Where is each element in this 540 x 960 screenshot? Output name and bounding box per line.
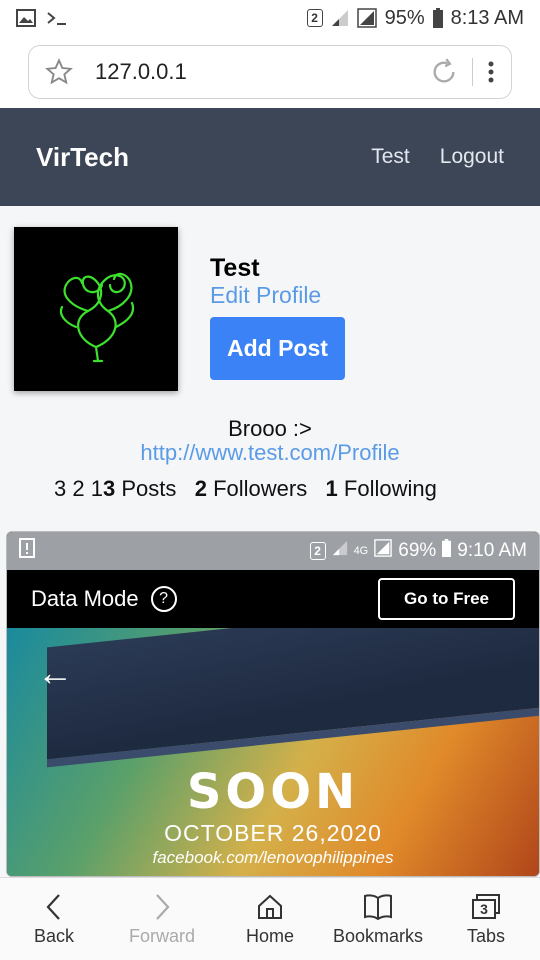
clock: 8:13 AM bbox=[450, 6, 524, 29]
signal-weak-icon bbox=[331, 9, 349, 27]
post-card[interactable]: 2 4G 69% 9:10 AM Data Mode ? Go to Free … bbox=[6, 531, 540, 877]
nav-link-test[interactable]: Test bbox=[371, 145, 410, 169]
edit-profile-link[interactable]: Edit Profile bbox=[210, 282, 321, 309]
profile-website-link[interactable]: http://www.test.com/Profile bbox=[0, 440, 540, 466]
url-divider bbox=[472, 58, 473, 86]
post-network-type: 4G bbox=[353, 545, 369, 557]
tabs-icon: 3 bbox=[470, 892, 502, 922]
terminal-notification-icon bbox=[46, 9, 68, 27]
post-data-mode-header: Data Mode ? Go to Free bbox=[7, 570, 539, 628]
android-status-bar: 2 95% 8:13 AM bbox=[0, 0, 540, 36]
following-count: 1 bbox=[325, 476, 338, 501]
url-field[interactable]: 127.0.0.1 bbox=[28, 45, 512, 99]
browser-bottom-toolbar: Back Forward Home Bookmarks 3 Tabs bbox=[0, 877, 540, 960]
ad-headline: SOON bbox=[186, 764, 360, 820]
post-ad-image: ← SOON OCTOBER 26,2020 facebook.com/leno… bbox=[7, 628, 539, 876]
post-signal-strong-icon bbox=[374, 539, 393, 563]
tabs-button[interactable]: 3 Tabs bbox=[432, 878, 540, 960]
post-sim-slot-icon: 2 bbox=[309, 542, 326, 560]
ad-date: OCTOBER 26,2020 bbox=[164, 820, 382, 846]
following-label[interactable]: Following bbox=[344, 476, 437, 502]
reload-icon[interactable] bbox=[430, 58, 458, 86]
ad-link-text: facebook.com/lenovophilippines bbox=[152, 848, 394, 867]
post-battery-icon bbox=[442, 539, 452, 563]
image-notification-icon bbox=[16, 9, 36, 27]
followers-count: 2 bbox=[194, 476, 207, 501]
battery-icon bbox=[432, 8, 443, 28]
chevron-left-icon bbox=[44, 892, 64, 922]
laptop-graphic bbox=[47, 628, 539, 768]
browser-address-bar: 127.0.0.1 bbox=[0, 36, 540, 108]
back-arrow-icon: ← bbox=[37, 652, 73, 693]
followers-label[interactable]: Followers bbox=[213, 476, 307, 502]
url-text[interactable]: 127.0.0.1 bbox=[95, 59, 430, 85]
nav-links: Test Logout bbox=[371, 145, 504, 169]
tabs-count: 3 bbox=[480, 900, 488, 917]
stats-prefix: 3 2 1 bbox=[54, 476, 103, 501]
forward-label: Forward bbox=[128, 925, 195, 946]
bookmarks-label: Bookmarks bbox=[332, 925, 424, 946]
razer-snake-logo-icon bbox=[59, 272, 135, 363]
post-notification-icon bbox=[19, 538, 35, 564]
add-post-button[interactable]: Add Post bbox=[210, 317, 345, 380]
more-menu-icon[interactable] bbox=[487, 60, 495, 84]
tabs-label: Tabs bbox=[466, 925, 506, 946]
home-label: Home bbox=[245, 925, 294, 946]
back-label: Back bbox=[33, 925, 75, 946]
battery-percent: 95% bbox=[384, 6, 425, 29]
chevron-right-icon bbox=[152, 892, 172, 922]
signal-strong-icon bbox=[356, 8, 377, 28]
site-navbar: VirTech Test Logout bbox=[0, 108, 540, 206]
book-icon bbox=[362, 892, 394, 922]
posts-count: 3 bbox=[102, 476, 116, 501]
back-button[interactable]: Back bbox=[0, 878, 108, 960]
post-image-status-bar: 2 4G 69% 9:10 AM bbox=[7, 532, 539, 570]
star-bookmark-icon[interactable] bbox=[45, 58, 73, 86]
posts-label: Posts bbox=[121, 476, 177, 501]
post-battery-percent: 69% bbox=[398, 540, 437, 561]
post-signal-icon bbox=[332, 540, 348, 562]
avatar bbox=[14, 227, 178, 391]
home-button[interactable]: Home bbox=[216, 878, 324, 960]
profile-stats: 3 2 13 Posts 2 Followers 1 Following bbox=[54, 476, 437, 502]
nav-link-logout[interactable]: Logout bbox=[440, 145, 504, 169]
home-icon bbox=[255, 892, 285, 922]
bookmarks-button[interactable]: Bookmarks bbox=[324, 878, 432, 960]
sim-slot-icon: 2 bbox=[306, 9, 323, 27]
data-mode-label: Data Mode bbox=[31, 586, 139, 611]
forward-button[interactable]: Forward bbox=[108, 878, 216, 960]
brand-logo[interactable]: VirTech bbox=[36, 142, 129, 173]
help-icon: ? bbox=[150, 586, 177, 612]
profile-name: Test bbox=[210, 254, 260, 282]
profile-bio: Brooo :> bbox=[228, 416, 312, 441]
go-to-free-button: Go to Free bbox=[377, 578, 515, 620]
post-clock: 9:10 AM bbox=[457, 540, 527, 561]
